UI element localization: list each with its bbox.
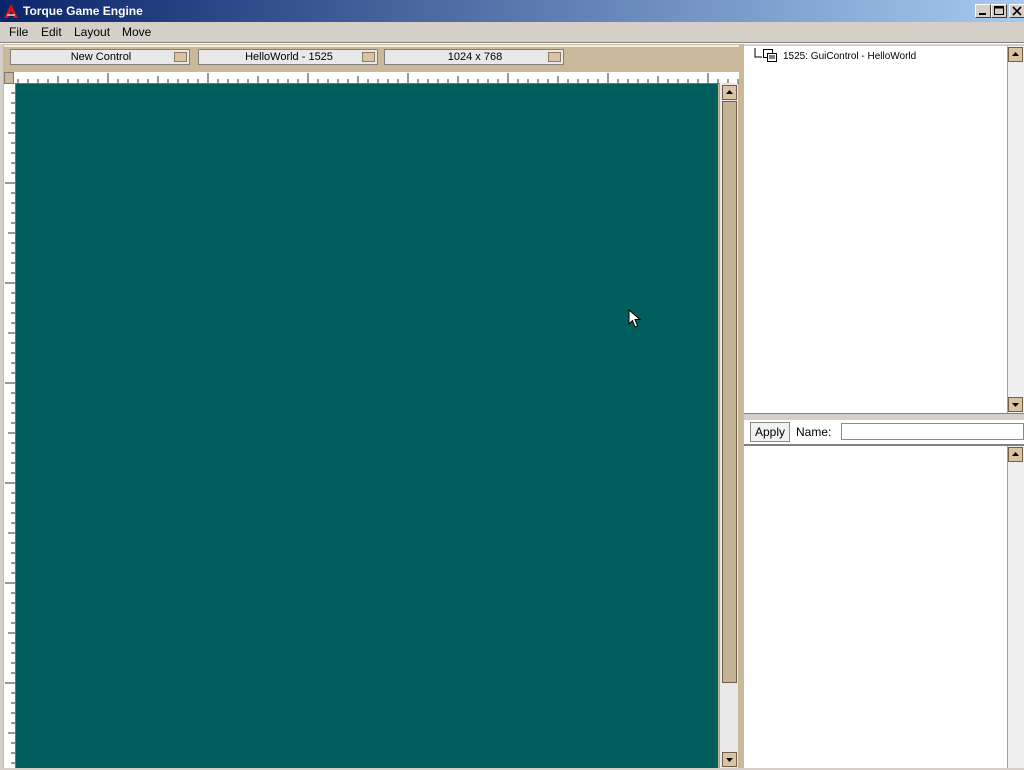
inspector-panel: [744, 446, 1007, 768]
scroll-thumb[interactable]: [722, 101, 737, 683]
arrow-down-icon: [726, 758, 733, 762]
menu-layout[interactable]: Layout: [74, 25, 110, 39]
ruler-corner: [4, 72, 14, 84]
tree-scroll-down-button[interactable]: [1008, 397, 1023, 412]
minimize-button[interactable]: [975, 4, 991, 18]
torque-logo-icon: [4, 4, 18, 18]
arrow-up-icon: [1012, 52, 1019, 56]
maximize-icon: [994, 6, 1004, 15]
menu-bar: File Edit Layout Move: [0, 22, 1024, 42]
menu-move[interactable]: Move: [122, 25, 151, 39]
menu-edit[interactable]: Edit: [41, 25, 62, 39]
tree-item-label: 1525: GuiControl - HelloWorld: [783, 51, 917, 62]
gui-tree-panel: [744, 46, 1007, 413]
maximize-button[interactable]: [991, 4, 1007, 18]
apply-button[interactable]: Apply: [750, 422, 790, 442]
close-icon: [1012, 6, 1022, 16]
panel-splitter[interactable]: [744, 413, 1024, 420]
dropdown-arrow-icon[interactable]: [548, 52, 561, 62]
arrow-down-icon: [1012, 403, 1019, 407]
gui-control-icon: [754, 48, 777, 62]
window-title: Torque Game Engine: [23, 4, 143, 18]
inspector-scrollbar[interactable]: [1007, 446, 1024, 768]
title-bar[interactable]: Torque Game Engine: [0, 0, 1024, 22]
menu-file[interactable]: File: [9, 25, 28, 39]
tree-scroll-up-button[interactable]: [1008, 47, 1023, 62]
gui-canvas[interactable]: [15, 83, 718, 768]
close-button[interactable]: [1009, 4, 1024, 18]
arrow-up-icon: [1012, 452, 1019, 456]
dropdown-arrow-icon[interactable]: [362, 52, 375, 62]
new-control-label: New Control: [70, 51, 132, 63]
tree-scrollbar[interactable]: [1007, 46, 1024, 413]
name-label: Name:: [796, 425, 832, 439]
inspector-scroll-up-button[interactable]: [1008, 447, 1023, 462]
gui-selector-dropdown[interactable]: HelloWorld - 1525: [198, 49, 378, 65]
mouse-cursor-icon: [628, 309, 642, 328]
new-control-dropdown[interactable]: New Control: [10, 49, 190, 65]
resolution-label: 1024 x 768: [447, 51, 503, 63]
scroll-down-button[interactable]: [722, 752, 737, 767]
dropdown-arrow-icon[interactable]: [174, 52, 187, 62]
gui-selector-label: HelloWorld - 1525: [245, 51, 333, 63]
arrow-up-icon: [726, 90, 733, 94]
scroll-up-button[interactable]: [722, 85, 737, 100]
minimize-icon: [979, 13, 986, 15]
resolution-dropdown[interactable]: 1024 x 768: [384, 49, 564, 65]
name-field[interactable]: [841, 423, 1024, 440]
